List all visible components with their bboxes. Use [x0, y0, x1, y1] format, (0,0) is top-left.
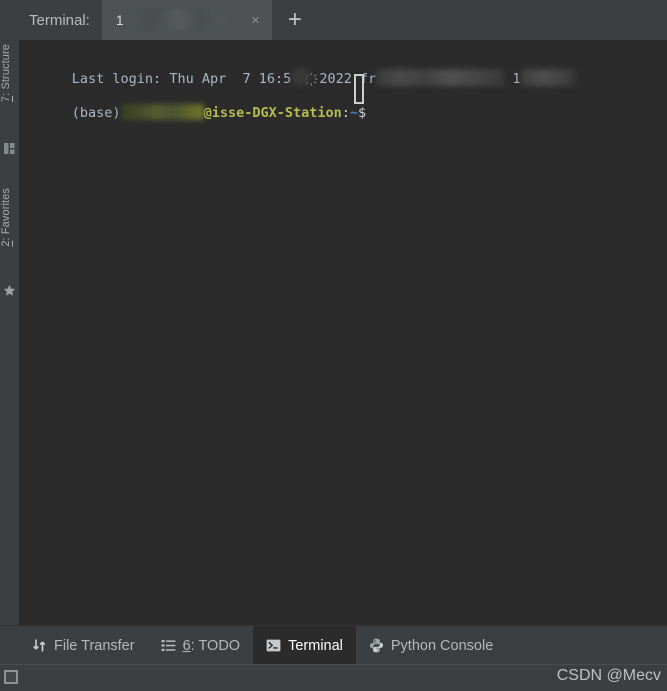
- rectangle-icon[interactable]: [4, 670, 18, 684]
- terminal-icon: [266, 639, 281, 652]
- prompt-path: ~: [349, 105, 359, 121]
- tool-button-python-console[interactable]: Python Console: [356, 626, 506, 665]
- tool-button-todo-mnemonic: 6: [182, 637, 191, 654]
- new-tab-button[interactable]: +: [272, 0, 318, 40]
- prompt-conda-env: (base): [71, 105, 121, 121]
- tool-button-todo-text: : TODO: [190, 637, 241, 654]
- redacted-username: [120, 104, 204, 120]
- close-icon[interactable]: ×: [247, 13, 264, 28]
- tool-button-python-console-label: Python Console: [390, 637, 494, 654]
- sidebar-item-favorites-label: : Favorites: [0, 188, 12, 241]
- todo-list-icon: [161, 640, 175, 651]
- terminal-tab-1[interactable]: 1 ×: [101, 0, 272, 40]
- structure-icon: [4, 143, 15, 154]
- sidebar-item-structure[interactable]: 7: Structure: [0, 44, 19, 102]
- sidebar-item-structure-label: : Structure: [0, 44, 12, 96]
- terminal-cursor: [354, 74, 364, 104]
- terminal-tab-header: Terminal: 1 × +: [19, 0, 667, 40]
- terminal-tab-redacted-overlay: [125, 10, 226, 29]
- tool-button-terminal-label: Terminal: [288, 637, 343, 654]
- terminal-output-area[interactable]: Last login: Thu Apr 7 16:5҉ 2022 fr 1 (b…: [19, 40, 667, 625]
- sidebar-item-structure-mnemonic: 7: [0, 95, 12, 103]
- sidebar-item-favorites-mnemonic: 2: [0, 240, 12, 247]
- prompt-hostname: @isse-DGX-Station: [203, 105, 342, 121]
- sidebar-item-favorites[interactable]: 2: Favorites: [0, 188, 19, 247]
- tool-button-file-transfer-label: File Transfer: [54, 637, 135, 654]
- terminal-header-label: Terminal:: [29, 11, 90, 29]
- bottom-tool-window-bar: File Transfer 6: TODO Terminal Python Co…: [0, 625, 667, 665]
- csdn-watermark: CSDN @Mecv: [556, 667, 661, 684]
- tool-button-file-transfer[interactable]: File Transfer: [19, 626, 148, 665]
- terminal-tab-title: 1: [115, 12, 124, 28]
- pycharm-terminal-window: Terminal: 1 × + 7: Structure 2: Favorite…: [0, 0, 667, 691]
- tool-button-todo-label: 6: TODO: [183, 638, 241, 654]
- tool-button-terminal[interactable]: Terminal: [253, 626, 356, 665]
- python-icon: [369, 638, 383, 653]
- prompt-colon: :: [341, 105, 350, 121]
- terminal-line-last-login: Last login: Thu Apr 7 16:5҉ 2022 fr 1: [23, 46, 667, 87]
- star-icon: [3, 284, 16, 296]
- prompt-dollar: $: [358, 105, 375, 121]
- status-bar: CSDN @Mecv: [0, 664, 667, 691]
- file-transfer-icon: [33, 639, 46, 652]
- left-tool-strip: 7: Structure 2: Favorites: [0, 40, 20, 625]
- tool-button-todo[interactable]: 6: TODO: [148, 626, 254, 665]
- terminal-line-prompt: (base) @isse-DGX-Station:~$: [23, 74, 667, 121]
